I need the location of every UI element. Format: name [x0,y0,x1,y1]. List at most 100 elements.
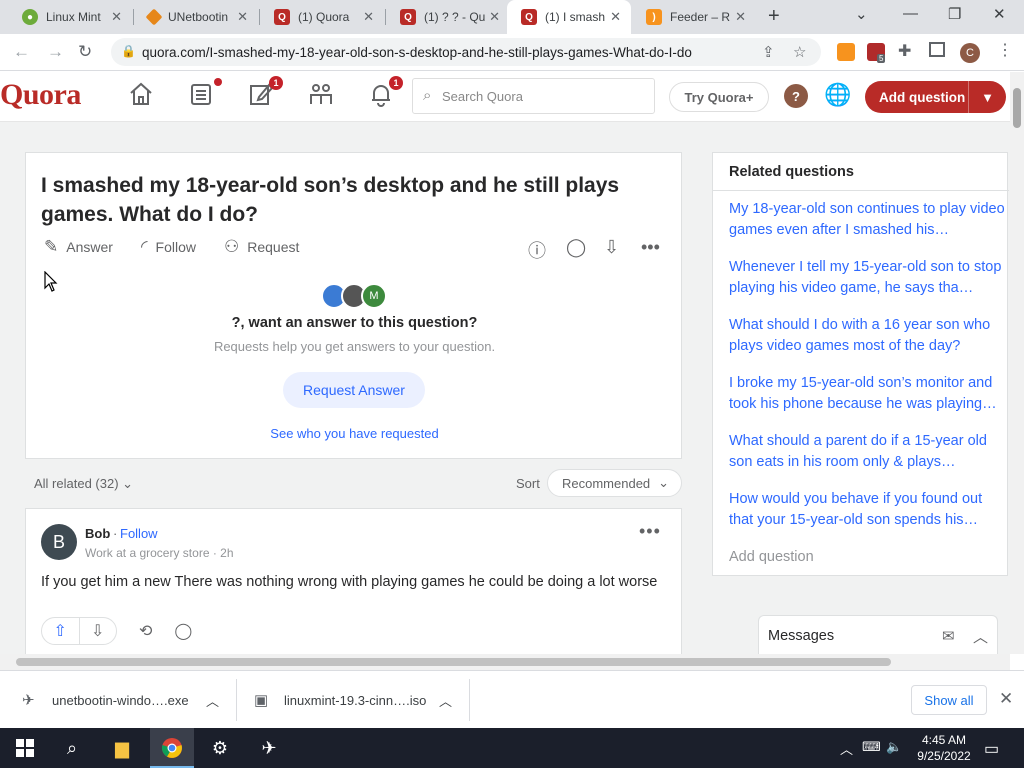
unetbootin-app-icon[interactable]: ✈ [257,736,281,760]
browser-tab-active[interactable]: Q (1) I smash ✕ [507,0,631,34]
author-name[interactable]: Bob [85,526,110,541]
comment-icon[interactable]: ◯ [174,621,192,641]
related-question-link[interactable]: Whenever I tell my 15-year-old son to st… [729,257,1008,299]
close-tab-icon[interactable]: ✕ [489,9,500,25]
browser-tab-linux-mint[interactable]: ● Linux Mint ✕ [8,0,132,34]
back-arrow-icon[interactable]: ← [13,42,30,62]
following-feed-icon[interactable] [187,78,222,114]
avatar-stack: M [321,283,391,309]
unetbootin-favicon-icon [145,8,163,26]
request-button[interactable]: ⚇ Request [224,237,299,257]
language-globe-icon[interactable]: 🌐 [824,82,851,108]
download-options-chevron-icon[interactable]: ︿ [439,671,452,729]
scroll-thumb[interactable] [16,658,891,666]
address-bar[interactable]: 🔒 quora.com/I-smashed-my-18-year-old-son… [111,38,821,66]
close-tab-icon[interactable]: ✕ [363,9,374,25]
add-question-button[interactable]: Add question ▼ [865,81,1006,113]
vertical-scrollbar[interactable] [1010,72,1024,654]
restore-icon[interactable]: ❐ [948,5,961,23]
download-item[interactable]: ▣ linuxmint-19.3-cinn….iso [254,671,426,729]
side-panel-icon[interactable] [929,42,945,57]
windows-start-icon[interactable] [13,736,37,760]
sort-select[interactable]: Recommended ⌄ [547,469,682,497]
author-avatar[interactable]: B [41,524,77,560]
close-tab-icon[interactable]: ✕ [735,9,746,25]
request-answer-button[interactable]: Request Answer [283,372,425,408]
spaces-icon[interactable] [307,80,341,114]
share-repost-icon[interactable]: ⟲ [139,621,152,641]
quora-favicon-icon: Q [400,9,416,25]
answer-text[interactable]: If you get him a new There was nothing w… [41,572,661,593]
new-tab-plus-icon[interactable]: + [768,5,780,28]
try-quora-plus-button[interactable]: Try Quora+ [669,82,769,112]
follow-author-link[interactable]: Follow [120,526,158,541]
search-icon[interactable]: ⌕ [60,736,84,760]
browser-menu-icon[interactable]: ⋮ [997,40,1013,60]
show-all-downloads-button[interactable]: Show all [911,685,987,715]
close-tab-icon[interactable]: ✕ [111,9,122,25]
answer-button[interactable]: ✎ Answer [44,237,113,257]
chevron-up-icon[interactable]: ︿ [973,626,988,647]
related-question-link[interactable]: What should a parent do if a 15-year old… [729,431,1008,473]
rss-extension-icon[interactable] [837,43,855,61]
compose-message-icon[interactable]: ✉ [942,627,955,645]
downvote-icon[interactable]: ⇩ [80,618,117,644]
question-title[interactable]: I smashed my 18-year-old son’s desktop a… [41,171,641,229]
tab-search-chevron-icon[interactable]: ⌄ [855,5,868,23]
browser-tab-unetbootin[interactable]: UNetbootin ✕ [134,0,258,34]
see-requested-link[interactable]: See who you have requested [26,426,683,441]
notifications-bell-icon[interactable]: 1 [367,76,403,114]
related-question-link[interactable]: How would you behave if you found out th… [729,489,1008,531]
related-question-link[interactable]: My 18-year-old son continues to play vid… [729,199,1008,241]
notification-center-icon[interactable]: ▭ [984,739,999,759]
bookmark-star-icon[interactable]: ☆ [793,43,806,61]
share-icon[interactable]: ⇪ [762,43,775,61]
help-icon[interactable]: ? [784,84,808,108]
close-tab-icon[interactable]: ✕ [237,9,248,25]
author-credential: Work at a grocery store · 2h [85,546,234,560]
volume-icon[interactable]: 🔈 [886,739,902,755]
close-window-icon[interactable]: ✕ [993,5,1006,23]
download-options-chevron-icon[interactable]: ︿ [206,671,219,729]
home-icon[interactable] [127,80,161,114]
chrome-icon[interactable] [160,736,184,760]
minimize-icon[interactable]: — [903,5,918,22]
close-downloads-icon[interactable]: ✕ [999,689,1013,709]
comment-icon[interactable]: ◯ [566,237,586,258]
download-item[interactable]: ✈ unetbootin-windo….exe [22,671,189,729]
network-icon[interactable]: ⌨ [862,739,881,755]
scroll-thumb[interactable] [1013,88,1021,128]
add-question-link[interactable]: Add question [729,549,814,565]
downvote-icon[interactable]: ⇩ [604,237,619,258]
show-hidden-icons-chevron-icon[interactable]: ︿ [840,739,853,758]
more-options-icon[interactable]: ••• [639,521,661,542]
close-tab-icon[interactable]: ✕ [610,9,621,25]
answer-pencil-icon[interactable]: 1 [247,76,283,114]
browser-tab-feeder[interactable]: ) Feeder – R ✕ [632,0,756,34]
settings-gear-icon[interactable]: ⚙ [208,736,232,760]
follow-button[interactable]: ◜ Follow [141,237,196,257]
puzzle-extensions-icon[interactable]: ✚ [898,41,911,61]
info-icon[interactable]: ⓘ [528,237,546,263]
forward-arrow-icon[interactable]: → [47,42,64,62]
horizontal-scrollbar[interactable] [0,654,1010,670]
request-help-text: Requests help you get answers to your qu… [213,339,496,354]
search-input[interactable]: ⌕ Search Quora [412,78,655,114]
more-options-icon[interactable]: ••• [641,237,660,258]
quora-logo[interactable]: Quora [0,78,81,112]
profile-avatar[interactable]: C [960,43,980,63]
request-label: Request [247,239,300,255]
all-related-dropdown[interactable]: All related (32) ⌄ [34,476,133,492]
related-question-link[interactable]: I broke my 15-year-old son’s monitor and… [729,373,1008,415]
file-explorer-icon[interactable]: ▆ [110,736,134,760]
related-question-link[interactable]: What should I do with a 16 year son who … [729,315,1008,357]
browser-tab-quora-2[interactable]: Q (1) ? ? - Qu ✕ [386,0,510,34]
reload-icon[interactable]: ↻ [78,42,92,62]
messages-panel[interactable]: Messages ✉ ︿ [758,615,998,655]
upvote-icon[interactable]: ⇧ [42,618,80,644]
browser-tab-quora[interactable]: Q (1) Quora ✕ [260,0,384,34]
chevron-down-icon[interactable]: ▼ [968,81,1006,113]
related-questions-title: Related questions [729,164,854,180]
system-clock[interactable]: 4:45 AM 9/25/2022 [912,732,976,764]
chevron-down-icon: ⌄ [658,475,670,490]
